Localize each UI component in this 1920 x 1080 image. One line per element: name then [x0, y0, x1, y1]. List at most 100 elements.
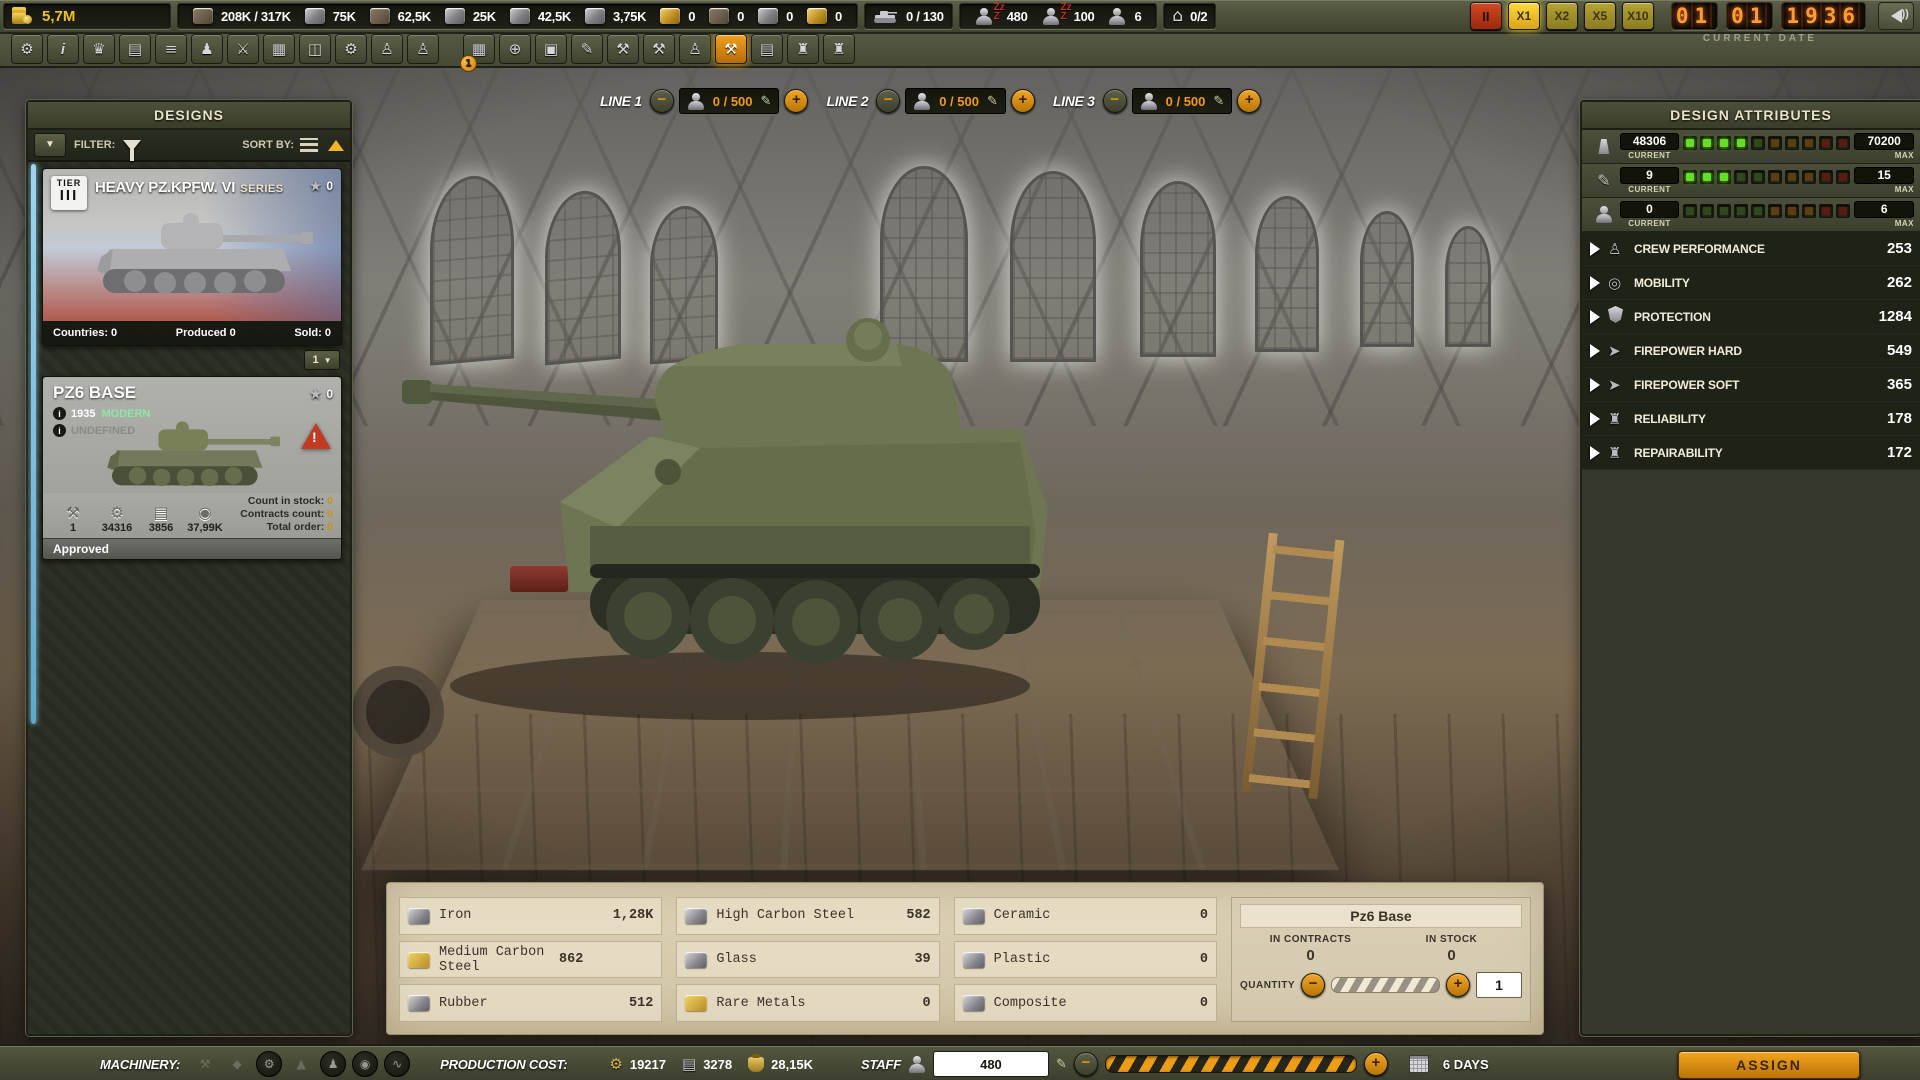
production-button[interactable]: ⚒ [715, 34, 747, 64]
attribute-row-firepower-hard[interactable]: ➤ FIREPOWER HARD 549 [1582, 334, 1920, 368]
attribute-row-repairability[interactable]: ♜ REPAIRABILITY 172 [1582, 436, 1920, 470]
workers-button[interactable]: ♙ [371, 34, 403, 64]
designs-scrollbar[interactable] [31, 164, 36, 724]
tank-depot-button[interactable]: ♜ [787, 34, 819, 64]
info-button[interactable]: i [47, 34, 79, 64]
line-increase-button[interactable]: + [1011, 89, 1035, 113]
repair-button[interactable]: ⚒ [643, 34, 675, 64]
plate-stack-icon [585, 8, 605, 24]
attribute-row-protection[interactable]: PROTECTION 1284 [1582, 300, 1920, 334]
warning-icon[interactable] [301, 423, 331, 449]
settings-button[interactable]: ⚙ [11, 34, 43, 64]
tank-testing-button[interactable]: ♜ [823, 34, 855, 64]
attribute-value: 1284 [1879, 308, 1912, 325]
quantity-increase-button[interactable]: + [1446, 973, 1470, 997]
gauge-led [1683, 170, 1697, 184]
quantity-slider[interactable] [1331, 977, 1440, 993]
attribute-row-crew-performance[interactable]: ♙ CREW PERFORMANCE 253 [1582, 232, 1920, 266]
calendar-icon [1409, 1055, 1429, 1073]
intelligence-button[interactable]: ♟ [191, 34, 223, 64]
glass-icon [685, 952, 707, 968]
gauge-led [1751, 170, 1765, 184]
quantity-decrease-button[interactable]: − [1301, 973, 1325, 997]
stat-value: 37,99K [187, 522, 222, 534]
machine-disc-icon[interactable]: ◉ [352, 1051, 378, 1077]
prototype-button[interactable]: ♙ [679, 34, 711, 64]
line-label: LINE 2 [826, 93, 868, 109]
staff-increase-button[interactable]: + [1364, 1052, 1388, 1076]
tools-button[interactable]: ⚒ [607, 34, 639, 64]
line-increase-button[interactable]: + [1237, 89, 1261, 113]
page-selector[interactable]: 1▼ [304, 350, 340, 370]
edit-icon[interactable]: ✎ [1213, 94, 1224, 109]
in-contracts-label: IN CONTRACTS [1240, 934, 1381, 945]
line-staff-value: 0 / 500 [1166, 94, 1206, 109]
quantity-input[interactable] [1476, 972, 1522, 998]
speed-x10-button[interactable]: X10 [1622, 2, 1654, 30]
design-stat: ⚒1 [51, 503, 95, 534]
speed-x2-button[interactable]: X2 [1546, 2, 1578, 30]
machine-drill-icon[interactable]: ▲ [288, 1051, 314, 1077]
idle-zz-icon: ZzZ [994, 3, 1005, 21]
gauge-led [1734, 204, 1748, 218]
coal-icon [709, 8, 729, 24]
material-value: 39 [914, 952, 930, 967]
machine-lathe-icon[interactable]: ⚙ [256, 1051, 282, 1077]
machine-joystick-icon[interactable]: ♟ [320, 1051, 346, 1077]
filter-funnel-icon[interactable] [123, 140, 141, 151]
assign-button[interactable]: ASSIGN [1678, 1051, 1860, 1079]
tank-count-value: 0 / 130 [906, 9, 944, 24]
edit-icon[interactable]: ✎ [987, 94, 998, 109]
expand-arrow-icon [1590, 242, 1600, 256]
design-card-pz6-base[interactable]: PZ6 BASE i 1935 MODERN i UNDEFINED ★ 0 [42, 376, 342, 560]
reports-button[interactable]: ≡ [155, 34, 187, 64]
speed-x5-button[interactable]: X5 [1584, 2, 1616, 30]
machine-saw-icon[interactable]: ◆ [224, 1051, 250, 1077]
material-row-rare-metals: Rare Metals0 [676, 984, 939, 1022]
government-button[interactable]: ◫ [299, 34, 331, 64]
attribute-row-reliability[interactable]: ♜ RELIABILITY 178 [1582, 402, 1920, 436]
factory-button[interactable]: ▦1 [463, 34, 495, 64]
staff-slider[interactable] [1105, 1055, 1357, 1073]
machine-belt-icon[interactable]: ∿ [384, 1051, 410, 1077]
toolbar-left-group: ⚙ i ♛ ▤ ≡ ♟ ⚔ ▦ ◫ ⚙ ♙ ♙ [8, 33, 442, 65]
edit-icon[interactable]: ✎ [761, 94, 772, 109]
material-name: Glass [716, 952, 914, 967]
machine-press-icon[interactable]: ⚒ [192, 1051, 218, 1077]
engineer-idle-icon [1042, 8, 1060, 25]
edit-icon[interactable]: ✎ [1056, 1057, 1067, 1072]
attribute-row-mobility[interactable]: ◎ MOBILITY 262 [1582, 266, 1920, 300]
series-card-heavy-pzkpfw-vi[interactable]: TIER III HEAVY PZ.KPFW. VISERIES ★ 0 [42, 168, 342, 346]
gauge-led [1768, 170, 1782, 184]
news-button[interactable]: ▤ [119, 34, 151, 64]
contracts-button[interactable]: ▣ [535, 34, 567, 64]
city-button[interactable]: ▦ [263, 34, 295, 64]
design-year-row: i 1935 MODERN [53, 407, 150, 420]
speed-x1-button[interactable]: X1 [1508, 2, 1540, 30]
achievements-button[interactable]: ♛ [83, 34, 115, 64]
design-bureau-button[interactable]: ✎ [571, 34, 603, 64]
world-market-button[interactable]: ⊕ [499, 34, 531, 64]
line-increase-button[interactable]: + [784, 89, 808, 113]
expand-arrow-icon [1590, 412, 1600, 426]
steel-icon: ▤ [682, 1055, 696, 1073]
pause-button[interactable]: II [1470, 2, 1502, 30]
announcement-button[interactable] [1878, 2, 1914, 30]
sort-list-icon[interactable] [300, 138, 318, 152]
collapse-button[interactable]: ▼ [34, 133, 66, 157]
line-decrease-button[interactable]: − [1103, 89, 1127, 113]
attributes-panel-title: DESIGN ATTRIBUTES [1582, 102, 1920, 130]
engineers-button[interactable]: ♙ [407, 34, 439, 64]
engine-button[interactable]: ▤ [751, 34, 783, 64]
line-decrease-button[interactable]: − [876, 89, 900, 113]
sort-direction-icon[interactable] [328, 140, 344, 151]
material-name: Medium Carbon Steel [439, 945, 559, 975]
machinery-button[interactable]: ⚙ [335, 34, 367, 64]
line-decrease-button[interactable]: − [650, 89, 674, 113]
attribute-row-firepower-soft[interactable]: ➤ FIREPOWER SOFT 365 [1582, 368, 1920, 402]
material-value: 512 [629, 996, 653, 1011]
staff-decrease-button[interactable]: − [1074, 1052, 1098, 1076]
military-button[interactable]: ⚔ [227, 34, 259, 64]
line-label: LINE 3 [1053, 93, 1095, 109]
staff-count-input[interactable] [933, 1051, 1049, 1077]
